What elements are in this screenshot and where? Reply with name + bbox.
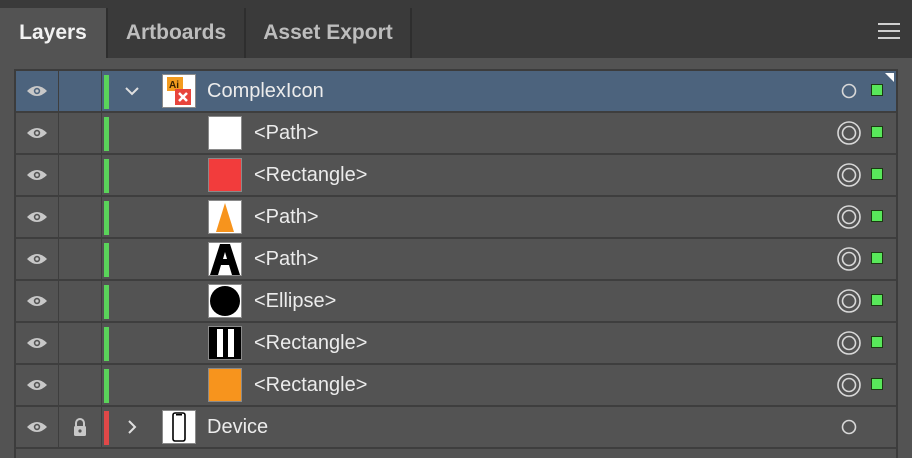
eye-icon <box>27 338 47 348</box>
visibility-toggle[interactable] <box>16 197 59 237</box>
visibility-toggle[interactable] <box>16 323 59 363</box>
layer-name[interactable]: ComplexIcon <box>207 71 324 111</box>
layer-color-bar <box>104 243 109 277</box>
visibility-toggle[interactable] <box>16 155 59 195</box>
layer-color-bar <box>104 285 109 319</box>
layer-color-bar <box>104 75 109 109</box>
expand-toggle[interactable] <box>121 71 143 111</box>
target-circle-icon[interactable] <box>836 78 862 104</box>
white-square-thumbnail <box>208 116 242 150</box>
lock-toggle[interactable] <box>59 281 102 321</box>
visibility-toggle[interactable] <box>16 113 59 153</box>
layer-name[interactable]: <Path> <box>254 239 319 279</box>
layer-name[interactable]: <Rectangle> <box>254 323 367 363</box>
selected-art-indicator[interactable] <box>871 84 883 96</box>
layer-row[interactable]: <Path> <box>16 239 896 281</box>
tab-layers[interactable]: Layers <box>0 8 108 58</box>
selection-corner-marker <box>885 73 894 82</box>
lock-toggle[interactable] <box>59 365 102 405</box>
layer-row[interactable]: <Rectangle> <box>16 323 896 365</box>
layer-row[interactable]: <Path> <box>16 197 896 239</box>
selected-art-indicator[interactable] <box>871 168 883 180</box>
layer-row[interactable]: <Ellipse> <box>16 281 896 323</box>
layer-color-bar <box>104 369 109 403</box>
selected-art-indicator[interactable] <box>871 336 883 348</box>
layer-name[interactable]: <Rectangle> <box>254 365 367 405</box>
layers-list: Ai ComplexIcon <Path> <Rectangle> <Path>… <box>14 69 898 458</box>
target-circle-icon[interactable] <box>836 414 862 440</box>
orange-square-thumbnail <box>208 368 242 402</box>
chevron-right-icon <box>128 420 137 434</box>
black-a-shape-thumbnail <box>208 242 242 276</box>
layer-row-device[interactable]: Device <box>16 407 896 449</box>
orange-triangle-thumbnail <box>208 200 242 234</box>
selected-art-indicator[interactable] <box>871 210 883 222</box>
selected-art-indicator[interactable] <box>871 378 883 390</box>
layer-color-bar <box>104 201 109 235</box>
black-white-bars-thumbnail <box>208 326 242 360</box>
layer-row[interactable]: <Rectangle> <box>16 365 896 407</box>
visibility-toggle[interactable] <box>16 239 59 279</box>
target-double-circle-icon[interactable] <box>836 372 862 398</box>
eye-icon <box>27 296 47 306</box>
tab-asset-export[interactable]: Asset Export <box>246 8 412 58</box>
eye-icon <box>27 170 47 180</box>
layer-name[interactable]: <Rectangle> <box>254 155 367 195</box>
visibility-toggle[interactable] <box>16 71 59 111</box>
panel-tab-bar: Layers Artboards Asset Export <box>0 0 912 58</box>
eye-icon <box>27 422 47 432</box>
lock-toggle[interactable] <box>59 155 102 195</box>
visibility-toggle[interactable] <box>16 365 59 405</box>
layer-row[interactable]: <Rectangle> <box>16 155 896 197</box>
red-square-thumbnail <box>208 158 242 192</box>
target-double-circle-icon[interactable] <box>836 330 862 356</box>
expand-toggle[interactable] <box>121 407 143 447</box>
lock-icon <box>74 418 86 436</box>
chevron-down-icon <box>125 87 139 96</box>
layer-color-bar <box>104 117 109 151</box>
eye-icon <box>27 254 47 264</box>
eye-icon <box>27 380 47 390</box>
layer-name[interactable]: <Path> <box>254 197 319 237</box>
layer-color-bar <box>104 327 109 361</box>
lock-toggle[interactable] <box>59 407 102 447</box>
phone-icon <box>162 410 196 444</box>
selected-art-indicator[interactable] <box>871 252 883 264</box>
visibility-toggle[interactable] <box>16 407 59 447</box>
hamburger-menu-icon[interactable] <box>878 23 900 39</box>
visibility-toggle[interactable] <box>16 281 59 321</box>
lock-toggle[interactable] <box>59 197 102 237</box>
layer-row-complexicon[interactable]: Ai ComplexIcon <box>16 71 896 113</box>
selected-art-indicator[interactable] <box>871 126 883 138</box>
black-circle-thumbnail <box>208 284 242 318</box>
target-double-circle-icon[interactable] <box>836 204 862 230</box>
layer-name[interactable]: <Path> <box>254 113 319 153</box>
target-double-circle-icon[interactable] <box>836 120 862 146</box>
layer-name[interactable]: Device <box>207 407 268 447</box>
eye-icon <box>27 86 47 96</box>
lock-toggle[interactable] <box>59 71 102 111</box>
tab-artboards[interactable]: Artboards <box>108 8 246 58</box>
layer-row[interactable]: <Path> <box>16 113 896 155</box>
layer-color-bar <box>104 159 109 193</box>
target-double-circle-icon[interactable] <box>836 288 862 314</box>
lock-toggle[interactable] <box>59 239 102 279</box>
layer-name[interactable]: <Ellipse> <box>254 281 336 321</box>
layer-color-bar <box>104 411 109 445</box>
eye-icon <box>27 128 47 138</box>
target-double-circle-icon[interactable] <box>836 246 862 272</box>
eye-icon <box>27 212 47 222</box>
selected-art-indicator[interactable] <box>871 294 883 306</box>
ai-file-icon: Ai <box>162 74 196 108</box>
lock-toggle[interactable] <box>59 113 102 153</box>
target-double-circle-icon[interactable] <box>836 162 862 188</box>
lock-toggle[interactable] <box>59 323 102 363</box>
